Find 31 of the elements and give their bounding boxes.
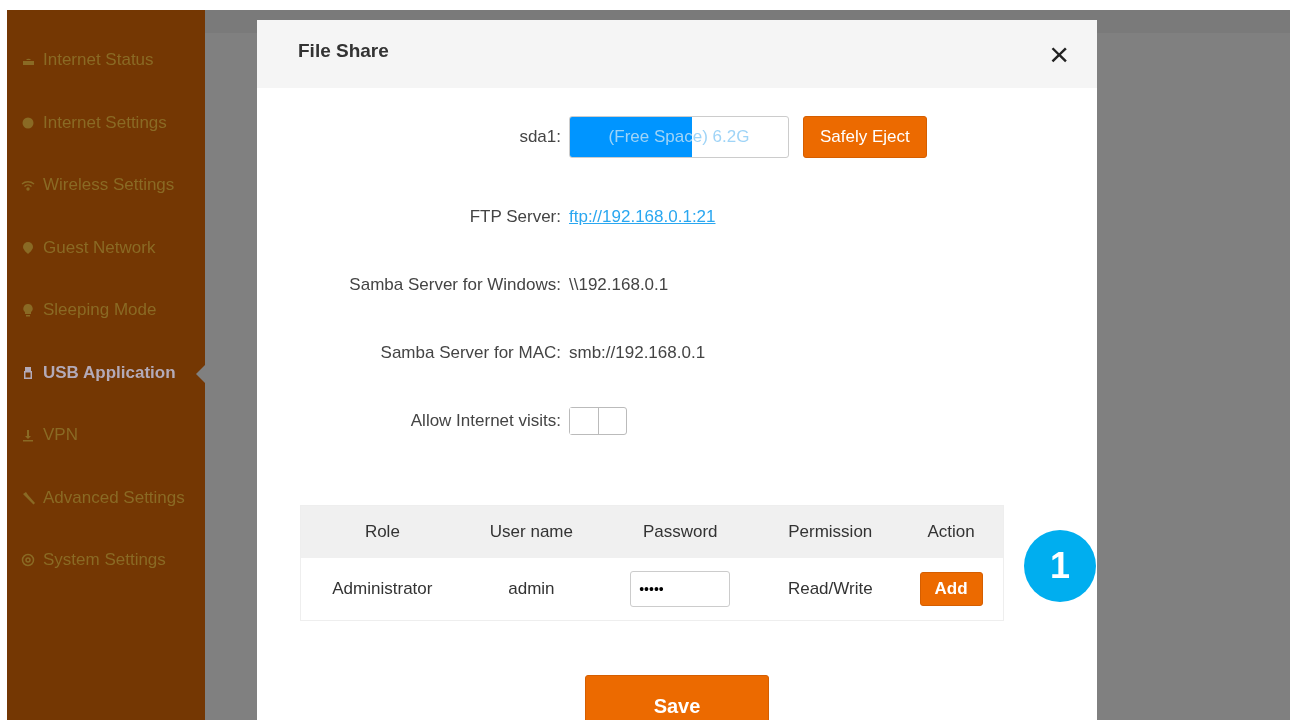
- storage-label: sda1:: [518, 127, 562, 147]
- ftp-link[interactable]: ftp://192.168.0.1:21: [569, 207, 716, 227]
- column-header: User name: [463, 505, 600, 558]
- field-value: \\192.168.0.1: [569, 275, 669, 295]
- sidebar-item[interactable]: USB Application: [7, 362, 205, 425]
- password-field[interactable]: •••••: [630, 571, 731, 607]
- safely-eject-button[interactable]: Safely Eject: [803, 116, 927, 158]
- field-value: smb://192.168.0.1: [569, 343, 706, 363]
- toggle-switch[interactable]: [569, 407, 627, 435]
- download-icon: [21, 428, 35, 442]
- wifi-icon: [21, 178, 35, 192]
- column-header: Permission: [761, 505, 900, 558]
- column-header: Action: [899, 505, 1004, 558]
- close-button[interactable]: ×: [1049, 37, 1069, 71]
- wrench-icon: [21, 490, 35, 505]
- add-button[interactable]: Add: [919, 572, 983, 606]
- save-button[interactable]: Save: [585, 675, 769, 720]
- field-label: Samba Server for MAC:: [379, 343, 562, 363]
- field-label: Allow Internet visits:: [409, 411, 562, 431]
- column-header: Password: [599, 505, 762, 558]
- column-header: Role: [300, 505, 464, 558]
- table-cell: Administrator: [300, 558, 464, 621]
- field-label: Samba Server for Windows:: [348, 275, 562, 295]
- field-label: FTP Server:: [468, 207, 562, 227]
- usb-icon: [21, 365, 35, 380]
- table-cell: admin: [463, 558, 600, 621]
- pin-icon: [21, 240, 35, 255]
- table-cell: Read/Write: [761, 558, 900, 621]
- dialog-title: File Share: [298, 40, 389, 62]
- gear-icon: [21, 553, 35, 567]
- bulb-icon: [21, 303, 35, 317]
